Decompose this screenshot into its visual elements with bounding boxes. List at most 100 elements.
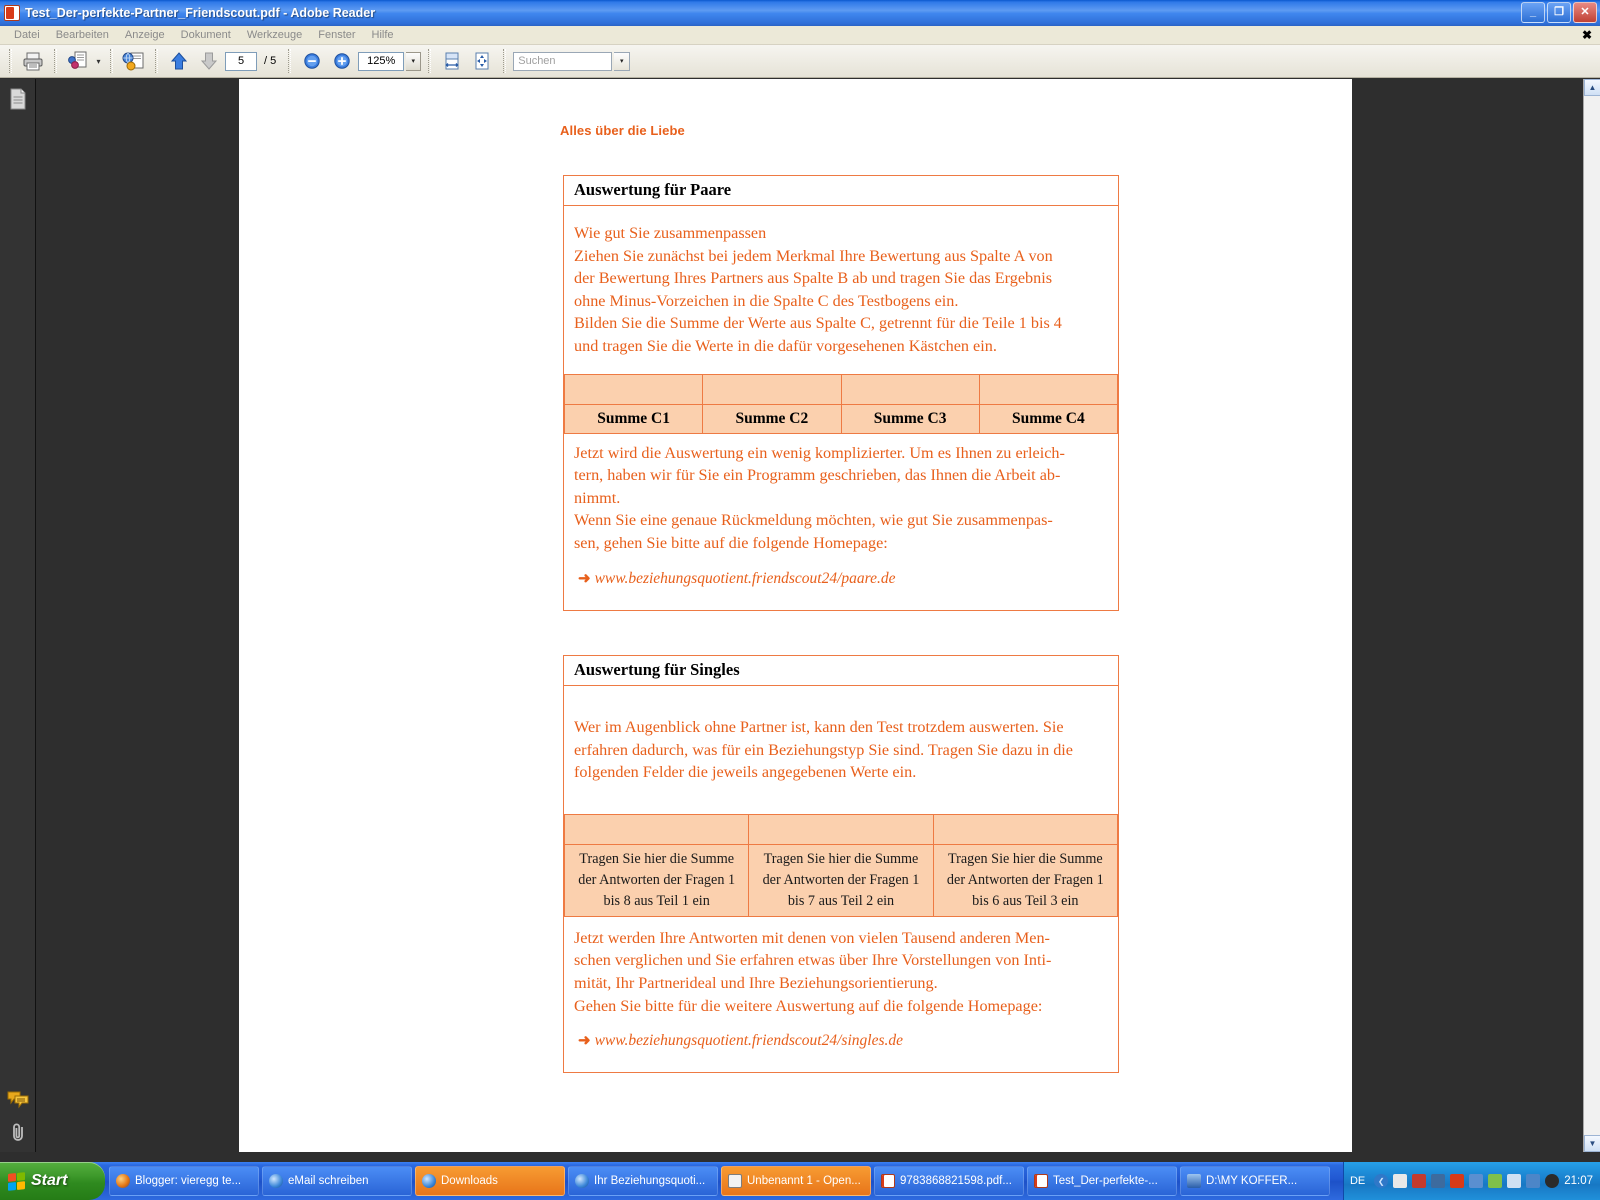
arrow-down-icon[interactable]: [195, 48, 223, 74]
section-singles: Auswertung für Singles Wer im Augenblick…: [563, 655, 1119, 1074]
page-thumbnails-icon[interactable]: [6, 87, 30, 111]
taskbar: Start Blogger: vieregg te... eMail schre…: [0, 1162, 1600, 1200]
taskbar-item-explorer[interactable]: D:\MY KÖFFER...: [1180, 1166, 1330, 1196]
section-singles-outro: Jetzt werden Ihre Antworten mit denen vo…: [574, 928, 1052, 1015]
tray-icon-7[interactable]: [1507, 1174, 1522, 1188]
toolbar-separator: [110, 49, 113, 73]
summe-c1-input[interactable]: [563, 373, 704, 405]
explorer-icon: [1187, 1174, 1201, 1188]
link-singles[interactable]: ➜ www.beziehungsquotient.friendscout24/s…: [564, 1029, 1118, 1072]
summe-c4-input[interactable]: [978, 373, 1119, 405]
taskbar-item-downloads[interactable]: Downloads: [415, 1166, 565, 1196]
menu-item-anzeige[interactable]: Anzeige: [117, 29, 173, 41]
tray-icon-9[interactable]: [1545, 1174, 1560, 1188]
taskbar-item-label: eMail schreiben: [288, 1175, 369, 1187]
singles-input-2[interactable]: [748, 813, 934, 845]
menu-item-hilfe[interactable]: Hilfe: [364, 29, 402, 41]
menu-item-datei[interactable]: Datei: [6, 29, 48, 41]
taskbar-item-pdf-9783868821598[interactable]: 9783868821598.pdf...: [874, 1166, 1024, 1196]
pdf-icon: [1034, 1174, 1048, 1188]
summe-c2-input[interactable]: [702, 373, 842, 405]
scroll-down-button[interactable]: ▼: [1584, 1135, 1600, 1152]
taskbar-item-openoffice[interactable]: Unbenannt 1 - Open...: [721, 1166, 871, 1196]
scroll-up-button[interactable]: ▲: [1584, 79, 1600, 96]
menubar: Datei Bearbeiten Anzeige Dokument Werkze…: [0, 26, 1600, 45]
pdf-icon: [4, 5, 20, 21]
taskbar-buttons: Blogger: vieregg te... eMail schreiben D…: [105, 1162, 1343, 1200]
summe-c4-label: Summe C4: [978, 403, 1119, 434]
taskbar-item-beziehungsquotient[interactable]: Ihr Beziehungsquoti...: [568, 1166, 718, 1196]
attach-document-icon[interactable]: [64, 48, 92, 74]
pdf-page: Alles über die Liebe Auswertung für Paar…: [239, 79, 1352, 1152]
chevron-down-icon[interactable]: ▾: [94, 57, 103, 66]
link-paare-label: www.beziehungsquotient.friendscout24/paa…: [594, 569, 896, 587]
pdf-content: Alles über die Liebe Auswertung für Paar…: [239, 79, 1352, 1152]
menu-item-dokument[interactable]: Dokument: [173, 29, 239, 41]
zoom-dropdown-chevron-down-icon[interactable]: ▾: [406, 51, 422, 71]
system-tray: DE ❮ 21:07: [1342, 1162, 1600, 1200]
table-row-inputs: [563, 373, 1119, 405]
menu-item-bearbeiten[interactable]: Bearbeiten: [48, 29, 117, 41]
summe-c3-input[interactable]: [840, 373, 980, 405]
section-heading-singles: Auswertung für Singles: [564, 656, 1118, 686]
section-singles-intro: Wer im Augenblick ohne Partner ist, kann…: [574, 718, 1073, 782]
taskbar-item-label: D:\MY KÖFFER...: [1206, 1175, 1298, 1187]
close-document-icon[interactable]: ✖: [1582, 28, 1592, 42]
fit-page-icon[interactable]: [468, 48, 496, 74]
menu-item-fenster[interactable]: Fenster: [310, 29, 363, 41]
singles-note-3: Tragen Sie hier die Summe der Antworten …: [932, 843, 1119, 917]
chevron-left-icon[interactable]: ❮: [1374, 1174, 1389, 1188]
tray-icon-1[interactable]: [1393, 1174, 1408, 1188]
zoom-in-icon[interactable]: [328, 48, 356, 74]
maximize-button[interactable]: ❐: [1547, 2, 1571, 23]
singles-input-3[interactable]: [932, 813, 1119, 845]
tray-icon-3[interactable]: [1431, 1174, 1446, 1188]
search-dropdown-chevron-down-icon[interactable]: ▾: [614, 51, 631, 71]
summe-c2-label: Summe C2: [702, 403, 842, 434]
singles-input-1[interactable]: [563, 813, 750, 845]
vertical-scrollbar[interactable]: ▲ ▼: [1583, 79, 1600, 1152]
page-number-input[interactable]: 5: [225, 51, 257, 71]
openoffice-icon: [728, 1174, 742, 1188]
singles-note-2: Tragen Sie hier die Summe der Antworten …: [748, 843, 934, 917]
search-input[interactable]: Suchen: [513, 51, 613, 71]
toolbar: ▾ 5 / 5 125% ▾ Suchen ▾: [0, 45, 1600, 78]
taskbar-item-label: Test_Der-perfekte-...: [1053, 1175, 1158, 1187]
taskbar-item-email[interactable]: eMail schreiben: [262, 1166, 412, 1196]
menu-item-werkzeuge[interactable]: Werkzeuge: [239, 29, 310, 41]
summe-c-table: Summe C1 Summe C2 Summe C3 Summe C4: [563, 373, 1119, 434]
taskbar-item-label: Unbenannt 1 - Open...: [747, 1175, 861, 1187]
document-scroll-area[interactable]: Alles über die Liebe Auswertung für Paar…: [36, 79, 1583, 1152]
taskbar-item-label: Blogger: vieregg te...: [135, 1175, 242, 1187]
tray-icon-4[interactable]: [1450, 1174, 1465, 1188]
summe-c3-label: Summe C3: [840, 403, 980, 434]
arrow-up-icon[interactable]: [165, 48, 193, 74]
tray-icon-5[interactable]: [1469, 1174, 1484, 1188]
zoom-level-input[interactable]: 125%: [358, 51, 405, 71]
table-row-labels: Tragen Sie hier die Summe der Antworten …: [563, 843, 1119, 917]
toolbar-separator: [428, 49, 432, 73]
clock[interactable]: 21:07: [1564, 1175, 1593, 1187]
start-button[interactable]: Start: [0, 1162, 105, 1200]
taskbar-item-pdf-test-der-perfekte[interactable]: Test_Der-perfekte-...: [1027, 1166, 1177, 1196]
singles-table: Tragen Sie hier die Summe der Antworten …: [563, 813, 1119, 917]
running-header: Alles über die Liebe: [560, 123, 685, 138]
tray-icon-8[interactable]: [1526, 1174, 1541, 1188]
window-title: Test_Der-perfekte-Partner_Friendscout.pd…: [25, 6, 376, 20]
zoom-out-icon[interactable]: [298, 48, 326, 74]
minimize-button[interactable]: _: [1521, 2, 1545, 23]
globe-document-icon[interactable]: [120, 48, 148, 74]
fit-width-icon[interactable]: [438, 48, 466, 74]
comments-icon[interactable]: [6, 1088, 30, 1112]
printer-icon[interactable]: [19, 48, 47, 74]
tray-icon-6[interactable]: [1488, 1174, 1503, 1188]
firefox-icon: [116, 1174, 130, 1188]
link-paare[interactable]: ➜ www.beziehungsquotient.friendscout24/p…: [564, 567, 1118, 610]
arrow-right-icon: ➜: [578, 1033, 591, 1050]
paperclip-icon[interactable]: [6, 1120, 30, 1144]
language-indicator[interactable]: DE: [1350, 1175, 1369, 1187]
tray-icon-2[interactable]: [1412, 1174, 1427, 1188]
taskbar-item-blogger[interactable]: Blogger: vieregg te...: [109, 1166, 259, 1196]
toolbar-separator: [54, 49, 57, 73]
close-button[interactable]: ✕: [1573, 2, 1597, 23]
